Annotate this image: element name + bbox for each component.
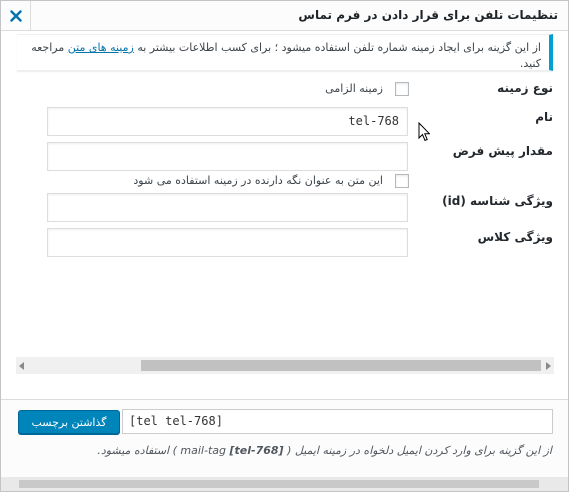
tag-generator-dialog: تنظیمات تلفن برای قرار دادن در فرم تماس …: [0, 0, 569, 492]
required-checkbox-label: زمینه الزامی: [325, 82, 383, 95]
default-value-label: مقدار پیش فرض: [452, 144, 553, 158]
info-notice: از این گزینه برای ایجاد زمینه شماره تلفن…: [17, 34, 553, 71]
name-label: نام: [535, 110, 553, 124]
field-type-label: نوع زمینه: [497, 81, 553, 95]
dialog-bottom-scrollbar[interactable]: [1, 477, 568, 491]
hint-mail-tag: [tel-768]: [229, 444, 284, 457]
id-attribute-label: ویژگی شناسه (id): [442, 194, 553, 208]
dialog-title: تنظیمات تلفن برای قرار دادن در فرم تماس: [298, 8, 558, 22]
placeholder-checkbox-label: این متن به عنوان نگه دارنده در زمینه است…: [133, 174, 383, 187]
close-icon: [9, 10, 22, 22]
mail-tag-hint: از این گزینه برای وارد کردن ایمیل دلخواه…: [12, 443, 552, 459]
class-attribute-label: ویژگی کلاس: [477, 230, 553, 244]
default-value-input[interactable]: [47, 142, 408, 171]
required-checkbox[interactable]: [395, 82, 409, 96]
mouse-cursor-icon: [418, 122, 430, 142]
class-attribute-input[interactable]: [47, 228, 408, 257]
placeholder-checkbox[interactable]: [395, 174, 409, 188]
notice-text-before: از این گزینه برای ایجاد زمینه شماره تلفن…: [133, 41, 541, 54]
name-input[interactable]: tel-768: [47, 107, 408, 136]
scroll-left-icon[interactable]: [19, 362, 24, 370]
close-button[interactable]: [1, 1, 31, 31]
hint-text-after: mail-tag ) استفاده میشود.: [97, 444, 230, 457]
scrollbar-thumb[interactable]: [141, 360, 541, 371]
notice-link[interactable]: زمینه های متن: [68, 41, 134, 54]
tag-code-input[interactable]: [tel tel-768]: [122, 409, 553, 434]
hint-text-before: از این گزینه برای وارد کردن ایمیل دلخواه…: [283, 444, 552, 457]
id-attribute-input[interactable]: [47, 193, 408, 222]
horizontal-scrollbar[interactable]: [16, 357, 554, 374]
scroll-right-icon[interactable]: [546, 362, 551, 370]
insert-tag-button[interactable]: گذاشتن برچسب: [18, 410, 120, 434]
dialog-titlebar: تنظیمات تلفن برای قرار دادن در فرم تماس: [1, 1, 568, 31]
bottom-scrollbar-thumb[interactable]: [19, 480, 539, 488]
